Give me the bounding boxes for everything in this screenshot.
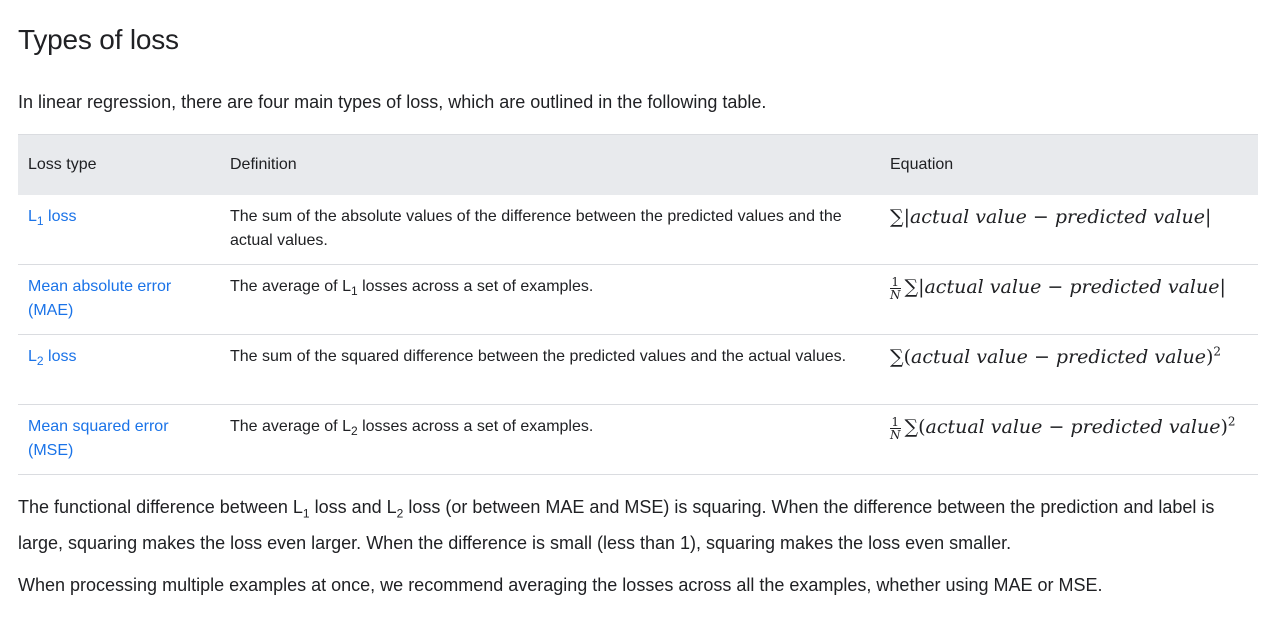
loss-type-link[interactable]: Mean absolute error (MAE) xyxy=(28,278,171,319)
equation-cell: 1 N ∑(actual value − predicted value)2 xyxy=(880,404,1258,475)
sum-symbol: ∑ xyxy=(904,416,919,438)
equation-predicted-value: predicted value xyxy=(1054,206,1205,228)
fraction-one-over-n: 1N xyxy=(890,416,901,441)
page: Types of loss In linear regression, ther… xyxy=(0,0,1275,599)
equation-exponent: 2 xyxy=(1213,344,1222,359)
equation: ∑|actual value − predicted value| xyxy=(890,206,1211,228)
equation-actual-value: actual value xyxy=(925,416,1043,438)
fraction-numerator: 1 xyxy=(890,414,901,429)
equation-close-delimiter: ) xyxy=(1220,416,1228,438)
definition-text: The average of L xyxy=(230,278,351,295)
loss-type-cell: L2 loss xyxy=(18,334,220,405)
page-title: Types of loss xyxy=(18,24,179,55)
equation-minus: − xyxy=(1041,276,1070,298)
header-definition: Definition xyxy=(220,134,880,195)
equation-minus: − xyxy=(1042,416,1071,438)
fraction-one-over-n: 1N xyxy=(890,276,901,301)
equation-minus: − xyxy=(1026,206,1055,228)
definition-text: The sum of the squared difference betwee… xyxy=(230,348,847,365)
loss-type-name: L xyxy=(28,208,37,225)
definition-text: The sum of the absolute values of the di… xyxy=(230,208,842,249)
equation-predicted-value: predicted value xyxy=(1055,346,1206,368)
equation: 1 N ∑|actual value − predicted value| xyxy=(890,276,1226,301)
table-header-row: Loss type Definition Equation xyxy=(18,134,1258,195)
loss-type-name: Mean squared error (MSE) xyxy=(28,418,169,459)
averaging-paragraph: When processing multiple examples at onc… xyxy=(18,575,1103,595)
equation-predicted-value: predicted value xyxy=(1070,416,1221,438)
equation-exponent: 2 xyxy=(1227,414,1236,429)
fraction-denominator: N xyxy=(890,287,901,302)
loss-type-name: Mean absolute error (MAE) xyxy=(28,278,172,319)
definition-text-end: losses across a set of examples. xyxy=(357,278,594,295)
equation-actual-value: actual value xyxy=(924,276,1042,298)
table-row: Mean absolute error (MAE) The average of … xyxy=(18,264,1258,335)
definition-subscript: 1 xyxy=(350,284,358,299)
sum-symbol: ∑ xyxy=(904,276,919,298)
equation-actual-value: actual value xyxy=(909,206,1027,228)
header-equation: Equation xyxy=(880,134,1258,195)
loss-type-suffix: loss xyxy=(43,348,77,365)
para1-text-2: loss and L xyxy=(309,497,397,517)
equation-open-delimiter: ( xyxy=(918,416,926,438)
equation-close-delimiter: | xyxy=(1219,276,1226,298)
equation: 1 N ∑(actual value − predicted value)2 xyxy=(890,414,1236,441)
sum-symbol: ∑ xyxy=(890,346,904,368)
table-row: L1 loss The sum of the absolute values of… xyxy=(18,195,1258,265)
equation: ∑(actual value − predicted value)2 xyxy=(890,346,1221,368)
equation-cell: ∑(actual value − predicted value)2 xyxy=(880,334,1258,405)
loss-type-subscript: 1 xyxy=(36,214,44,229)
loss-types-table: Loss type Definition Equation L1 loss The… xyxy=(18,134,1258,475)
loss-type-link[interactable]: L1 loss xyxy=(28,208,77,229)
definition-text: The average of L xyxy=(230,418,351,435)
definition-cell: The sum of the absolute values of the di… xyxy=(220,195,880,265)
definition-cell: The average of L1 losses across a set of… xyxy=(220,264,880,335)
equation-open-delimiter: ( xyxy=(903,346,911,368)
loss-type-link[interactable]: L2 loss xyxy=(28,348,77,369)
table-row: L2 loss The sum of the squared difference… xyxy=(18,334,1258,405)
table-row: Mean squared error (MSE) The average of L… xyxy=(18,404,1258,475)
loss-type-link[interactable]: Mean squared error (MSE) xyxy=(28,418,169,459)
equation-minus: − xyxy=(1027,346,1056,368)
definition-cell: The sum of the squared difference betwee… xyxy=(220,334,880,405)
equation-predicted-value: predicted value xyxy=(1069,276,1220,298)
loss-type-subscript: 2 xyxy=(36,354,44,369)
header-loss-type: Loss type xyxy=(18,134,220,195)
equation-cell: 1 N ∑|actual value − predicted value| xyxy=(880,264,1258,335)
definition-text-end: losses across a set of examples. xyxy=(357,418,594,435)
loss-type-name: L xyxy=(28,348,37,365)
sum-symbol: ∑ xyxy=(890,206,904,228)
intro-paragraph: In linear regression, there are four mai… xyxy=(18,92,767,112)
loss-type-cell: Mean squared error (MSE) xyxy=(18,404,220,475)
loss-type-cell: L1 loss xyxy=(18,195,220,265)
functional-difference-paragraph: The functional difference between L1 los… xyxy=(18,489,1257,561)
fraction-numerator: 1 xyxy=(890,274,901,289)
fraction-denominator: N xyxy=(890,427,901,442)
loss-type-cell: Mean absolute error (MAE) xyxy=(18,264,220,335)
loss-type-suffix: loss xyxy=(43,208,77,225)
para1-sub-1: 1 xyxy=(302,506,310,521)
definition-cell: The average of L2 losses across a set of… xyxy=(220,404,880,475)
equation-close-delimiter: | xyxy=(1204,206,1212,228)
equation-cell: ∑|actual value − predicted value| xyxy=(880,195,1258,265)
definition-subscript: 2 xyxy=(350,424,358,439)
equation-actual-value: actual value xyxy=(911,346,1028,368)
para1-text-1: The functional difference between L xyxy=(18,497,303,517)
